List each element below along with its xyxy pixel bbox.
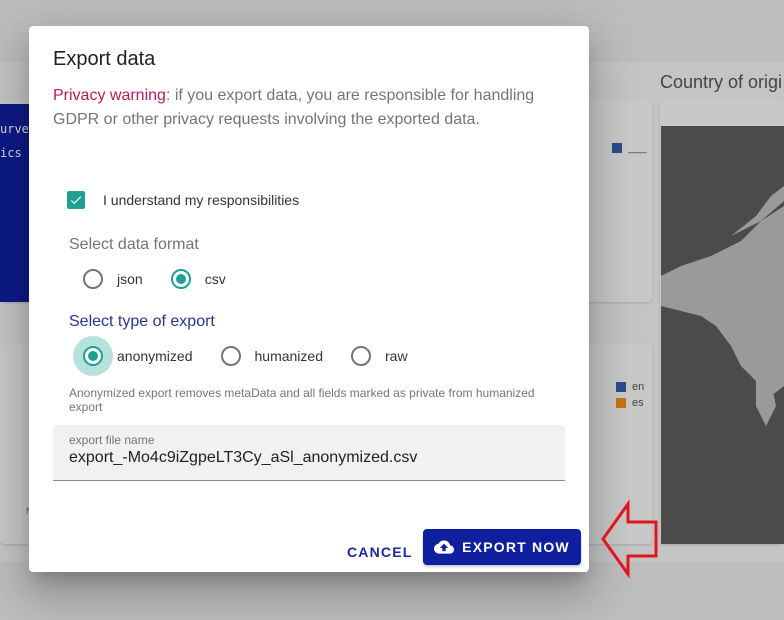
legend-label: es xyxy=(632,397,644,409)
legend-label: en xyxy=(632,381,645,393)
radio-label: json xyxy=(117,271,143,287)
legend-label: ___ xyxy=(628,142,647,154)
checkbox-label: I understand my responsibilities xyxy=(103,192,300,208)
export-dialog: Export data Privacy warning: if you expo… xyxy=(29,26,589,572)
radio-humanized[interactable] xyxy=(220,346,241,366)
dialog-title: Export data xyxy=(53,48,156,70)
export-type-label: Select type of export xyxy=(69,313,215,330)
warning-label: Privacy warning xyxy=(53,87,166,104)
data-format-radio-group: json csv xyxy=(73,259,244,299)
radio-option-humanized[interactable]: humanized xyxy=(211,336,324,376)
radio-label: humanized xyxy=(254,348,324,364)
data-format-label: Select data format xyxy=(69,236,199,253)
radio-label: csv xyxy=(204,271,226,287)
radio-option-anonymized[interactable]: anonymized xyxy=(73,336,193,376)
radio-label: raw xyxy=(385,348,408,364)
cancel-button[interactable]: CANCEL xyxy=(337,534,423,570)
chart-legend-item: es xyxy=(616,397,644,409)
export-button-label: EXPORT NOW xyxy=(462,539,570,555)
export-type-radio-group: anonymized humanized raw xyxy=(73,336,426,376)
chart-legend: ___ xyxy=(612,142,646,154)
legend-swatch xyxy=(616,382,626,392)
radio-option-csv[interactable]: csv xyxy=(161,259,226,299)
radio-raw[interactable] xyxy=(351,346,371,366)
radio-option-raw[interactable]: raw xyxy=(341,336,408,376)
responsibility-checkbox-row[interactable]: I understand my responsibilities xyxy=(67,191,299,209)
radio-option-json[interactable]: json xyxy=(73,259,143,299)
radio-json[interactable] xyxy=(83,269,103,289)
panel-title: Country of origi xyxy=(660,72,783,92)
export-now-button[interactable]: EXPORT NOW xyxy=(423,529,581,565)
privacy-warning: Privacy warning: if you export data, you… xyxy=(53,84,553,132)
radio-label: anonymized xyxy=(117,348,193,364)
legend-swatch xyxy=(612,143,622,153)
file-name-input[interactable] xyxy=(69,447,549,469)
responsibility-checkbox[interactable] xyxy=(67,191,85,209)
chart-legend-item: en xyxy=(616,381,644,393)
cloud-upload-icon xyxy=(434,540,455,554)
left-arrow-icon xyxy=(601,500,658,578)
world-map xyxy=(661,126,784,544)
file-name-label: export file name xyxy=(69,433,155,447)
file-name-field[interactable]: export file name xyxy=(53,425,565,481)
check-icon xyxy=(70,196,82,205)
legend-swatch xyxy=(616,398,626,408)
radio-csv[interactable] xyxy=(170,269,191,289)
radio-anonymized[interactable] xyxy=(83,346,103,366)
export-type-hint: Anonymized export removes metaData and a… xyxy=(69,386,535,414)
